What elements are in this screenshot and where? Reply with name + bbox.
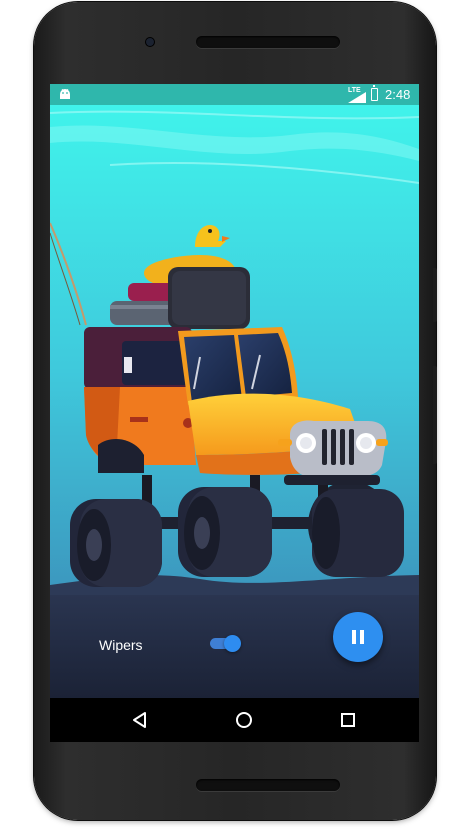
device-screen: LTE 2:48 Wipers — [50, 84, 419, 742]
recents-button[interactable] — [318, 698, 378, 742]
clock: 2:48 — [385, 87, 411, 102]
power-button[interactable] — [433, 268, 437, 322]
earpiece-speaker — [196, 36, 340, 48]
status-bar: LTE 2:48 — [50, 84, 419, 105]
controls-panel: Wipers — [50, 584, 419, 698]
wipers-label: Wipers — [99, 637, 143, 653]
pause-icon — [352, 630, 364, 644]
wipers-toggle[interactable] — [208, 635, 242, 652]
volume-rocker[interactable] — [433, 366, 437, 464]
toggle-thumb[interactable] — [224, 635, 241, 652]
navigation-bar — [50, 698, 419, 742]
home-circle-icon — [236, 712, 252, 728]
home-button[interactable] — [214, 698, 274, 742]
recents-square-icon — [341, 713, 355, 727]
play-pause-button[interactable] — [333, 612, 383, 662]
battery-charging-icon — [371, 85, 378, 101]
front-camera — [146, 38, 154, 46]
bottom-speaker — [196, 779, 340, 791]
android-notification-icon — [60, 89, 70, 99]
cell-signal-icon — [348, 92, 366, 103]
back-button[interactable] — [110, 698, 170, 742]
back-triangle-icon — [133, 712, 146, 728]
